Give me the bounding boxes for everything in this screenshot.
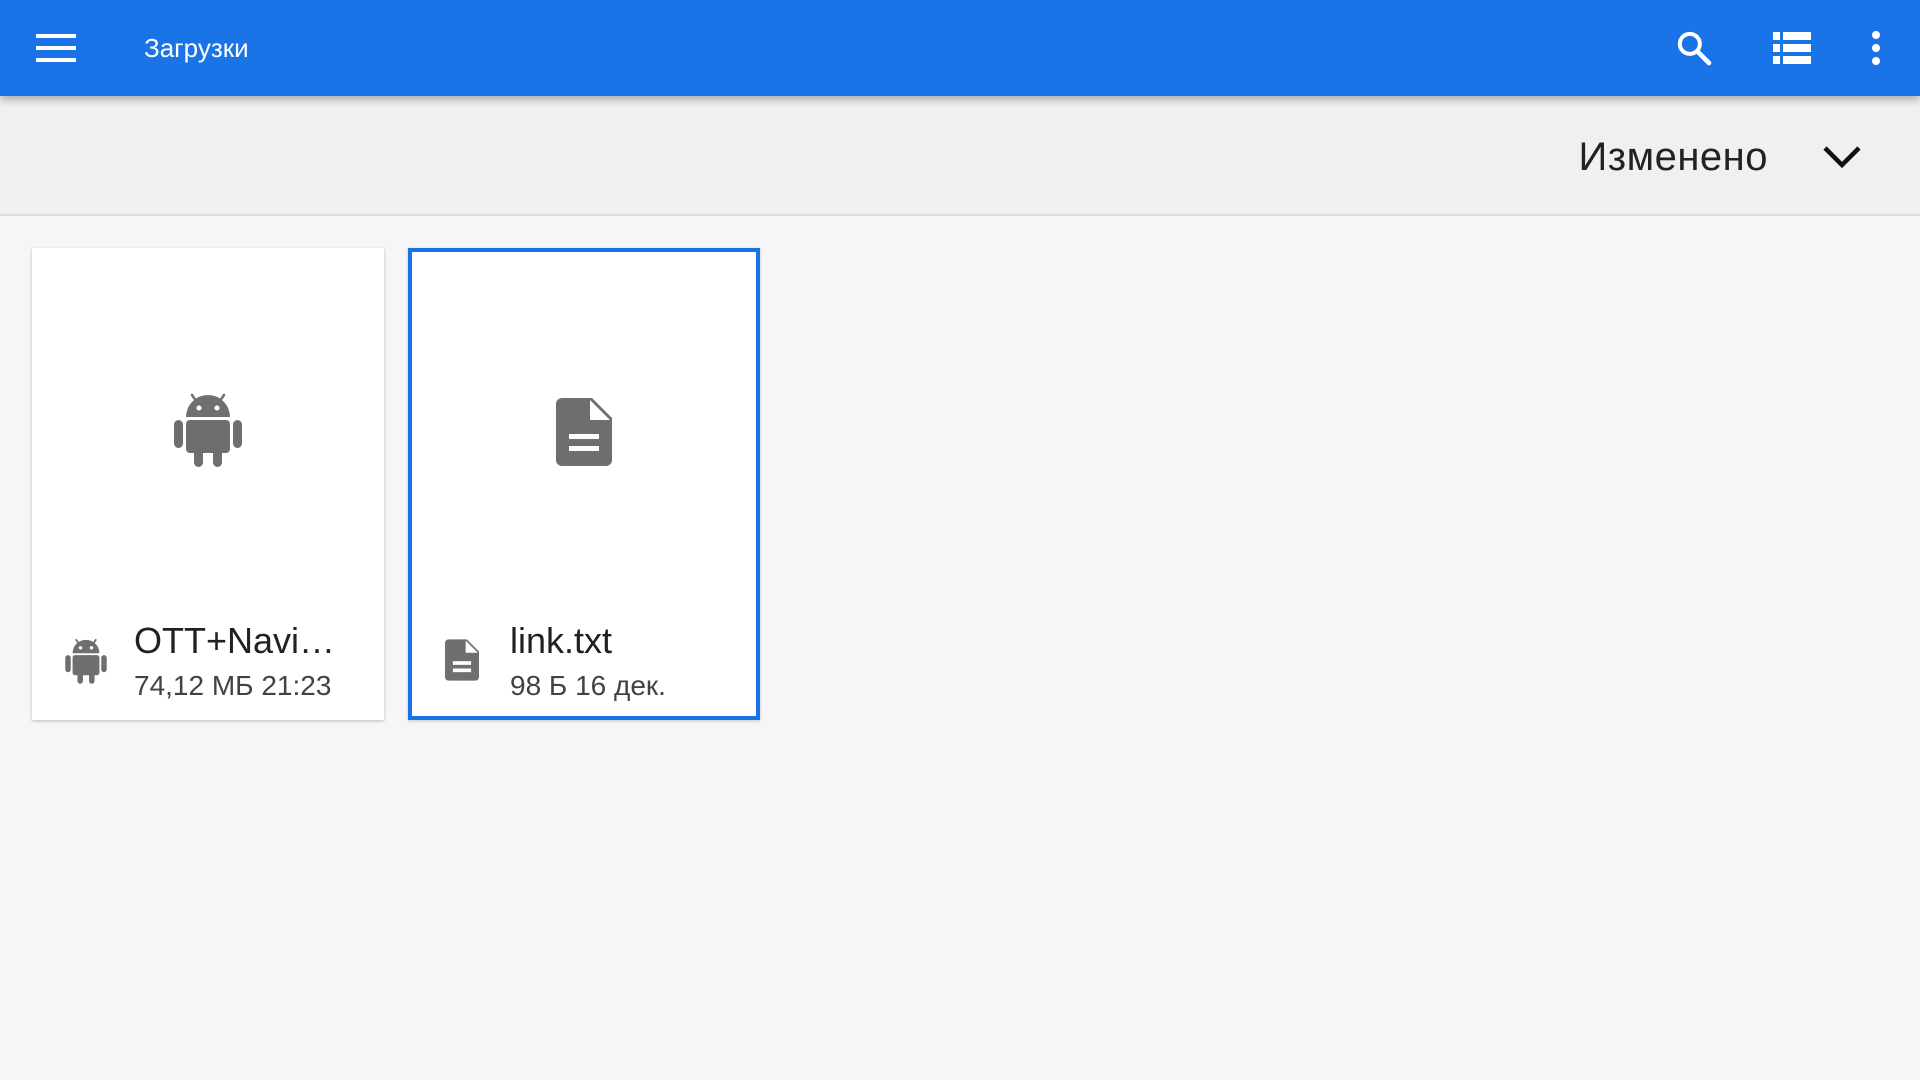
file-name: OTT+Navig… [134, 620, 354, 661]
hamburger-menu-icon [36, 34, 76, 62]
more-vert-icon [1872, 31, 1880, 65]
file-thumbnail [412, 252, 756, 612]
more-options-button[interactable] [1848, 20, 1904, 76]
menu-button[interactable] [28, 24, 84, 72]
android-icon [65, 638, 107, 684]
list-view-icon [1773, 32, 1811, 64]
text-document-icon [445, 639, 479, 681]
file-thumbnail [32, 248, 384, 608]
page-title: Загрузки [144, 33, 249, 63]
file-details: 98 Б 16 дек. [510, 670, 666, 701]
file-type-indicator [438, 636, 486, 684]
sort-bar: Изменено [0, 96, 1920, 216]
file-name: link.txt [510, 620, 613, 661]
app-bar: Загрузки [0, 0, 1920, 96]
search-icon [1677, 31, 1712, 66]
sort-order-label[interactable]: Изменено [1578, 96, 1768, 214]
list-view-button[interactable] [1764, 20, 1820, 76]
file-card[interactable]: OTT+Navig… 74,12 МБ 21:23 [32, 248, 384, 720]
file-details: 74,12 МБ 21:23 [134, 670, 332, 701]
chevron-down-icon [1823, 146, 1861, 169]
search-button[interactable] [1666, 20, 1722, 76]
sort-direction-toggle[interactable] [1816, 131, 1868, 183]
android-icon [174, 393, 242, 467]
text-document-icon [556, 398, 612, 466]
file-type-indicator [62, 636, 110, 684]
file-card-selected[interactable]: link.txt 98 Б 16 дек. [408, 248, 760, 720]
